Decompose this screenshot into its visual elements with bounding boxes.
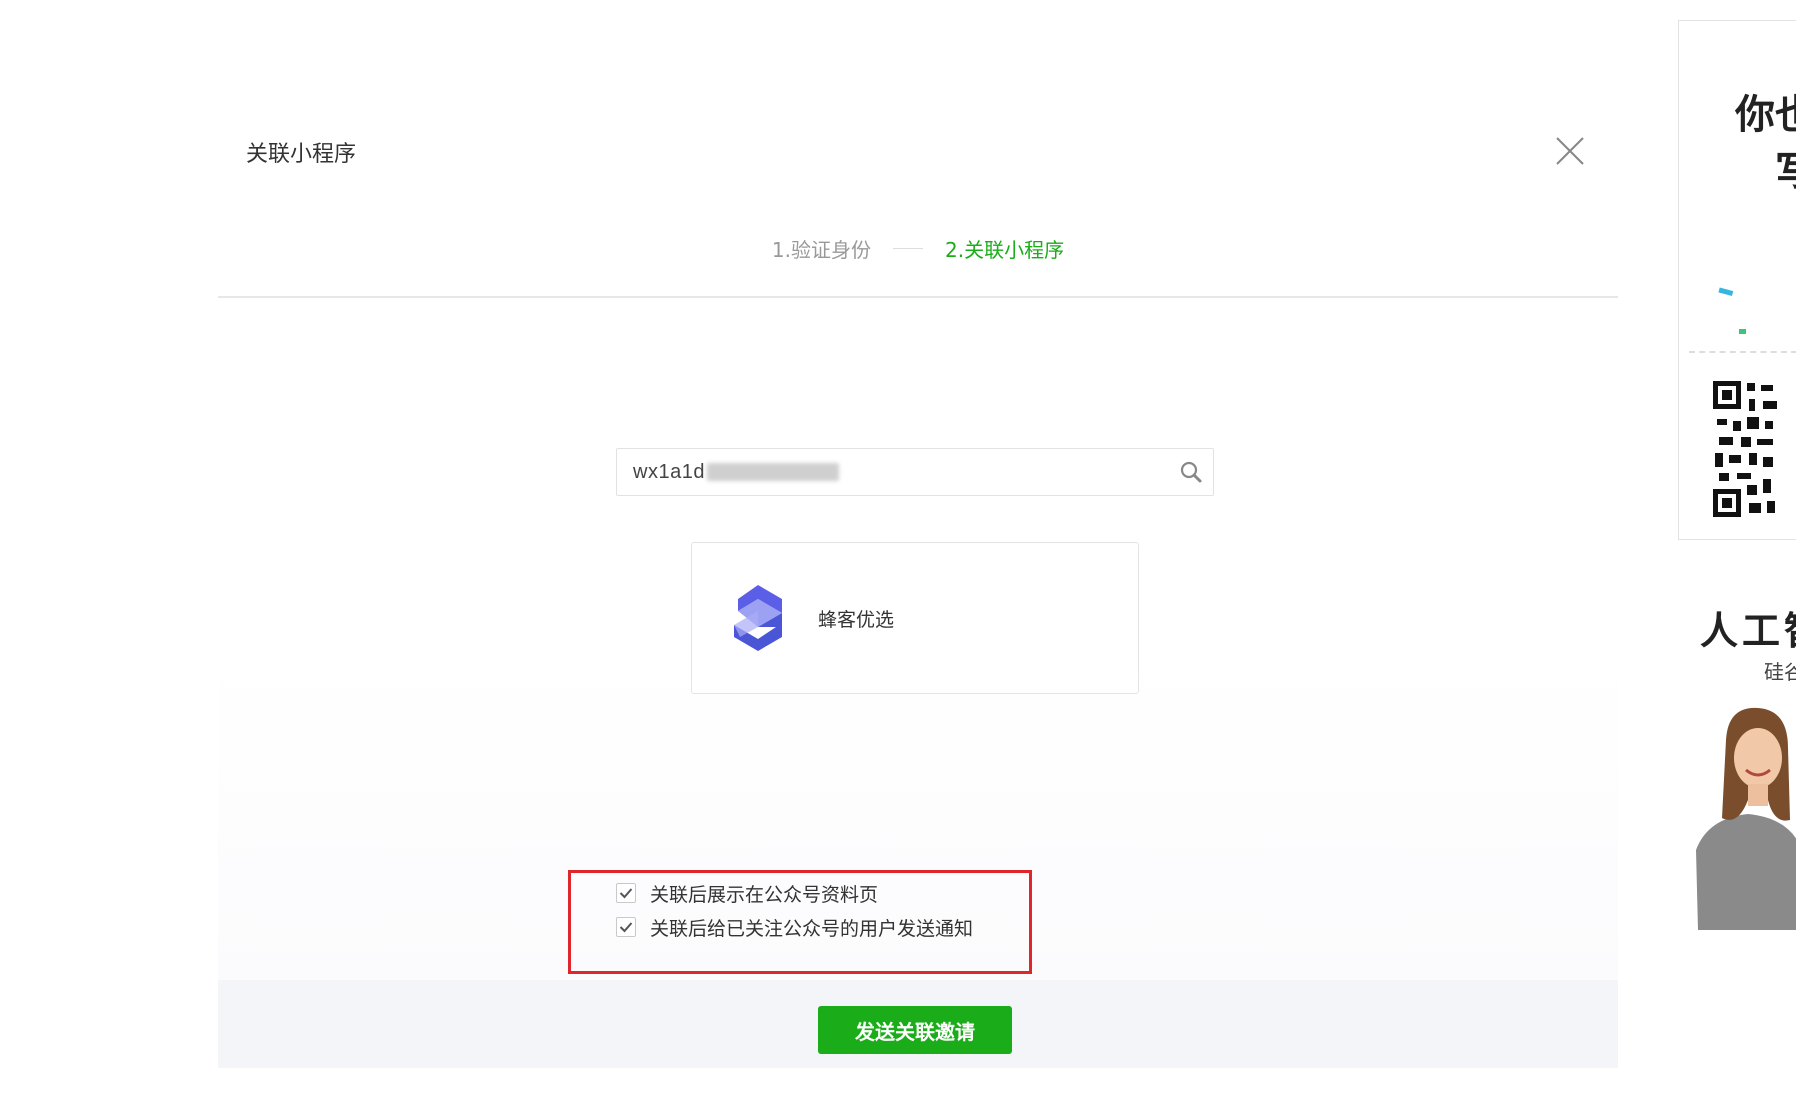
person-photo[interactable]: [1678, 700, 1796, 930]
search-input-value[interactable]: wx1a1d: [633, 461, 705, 484]
page: 关联小程序 1.验证身份 2.关联小程序 wx1a1d 蜂客优选 关联后展示在公…: [0, 0, 1796, 1108]
bee-s-logo-icon: [734, 585, 782, 651]
check-icon: [619, 922, 633, 933]
qr-code-icon: [1713, 381, 1777, 517]
miniprogram-name: 蜂客优选: [818, 608, 895, 631]
option-label: 关联后给已关注公众号的用户发送通知: [650, 917, 974, 940]
step-separator: [893, 248, 923, 249]
option-label: 关联后展示在公众号资料页: [650, 883, 879, 906]
step-verify-identity: 1.验证身份: [771, 238, 871, 262]
ad-headline: 你也: [1735, 92, 1796, 138]
header-divider: [218, 296, 1618, 298]
search-icon[interactable]: [1179, 460, 1203, 484]
checkbox-notify-followers[interactable]: [616, 917, 636, 937]
redacted-text: [706, 463, 839, 481]
appid-search-input[interactable]: wx1a1d: [616, 448, 1214, 496]
ad-divider: [1689, 351, 1796, 353]
option-show-on-profile[interactable]: 关联后展示在公众号资料页: [616, 880, 878, 906]
dialog-title: 关联小程序: [246, 142, 357, 167]
ad-headline-line2: 写: [1775, 139, 1796, 197]
check-icon: [619, 888, 633, 899]
send-invite-button[interactable]: 发送关联邀请: [818, 1006, 1012, 1054]
step-link-miniprogram: 2.关联小程序: [945, 238, 1065, 262]
close-icon: [1556, 137, 1584, 165]
ad-banner[interactable]: 你也 写: [1678, 20, 1796, 540]
confetti-illustration: [1718, 287, 1746, 334]
option-notify-followers[interactable]: 关联后给已关注公众号的用户发送通知: [616, 914, 973, 940]
miniprogram-result-card[interactable]: 蜂客优选: [691, 542, 1139, 694]
ad2-title[interactable]: 人工智: [1700, 600, 1796, 655]
dialog-footer: 发送关联邀请: [218, 980, 1618, 1068]
step-indicator: 1.验证身份 2.关联小程序: [218, 234, 1618, 263]
ad2-subtitle: 硅谷: [1764, 660, 1796, 684]
link-miniprogram-dialog: 关联小程序 1.验证身份 2.关联小程序 wx1a1d 蜂客优选 关联后展示在公…: [218, 100, 1618, 1068]
close-button[interactable]: [1553, 134, 1587, 168]
checkbox-show-on-profile[interactable]: [616, 883, 636, 903]
